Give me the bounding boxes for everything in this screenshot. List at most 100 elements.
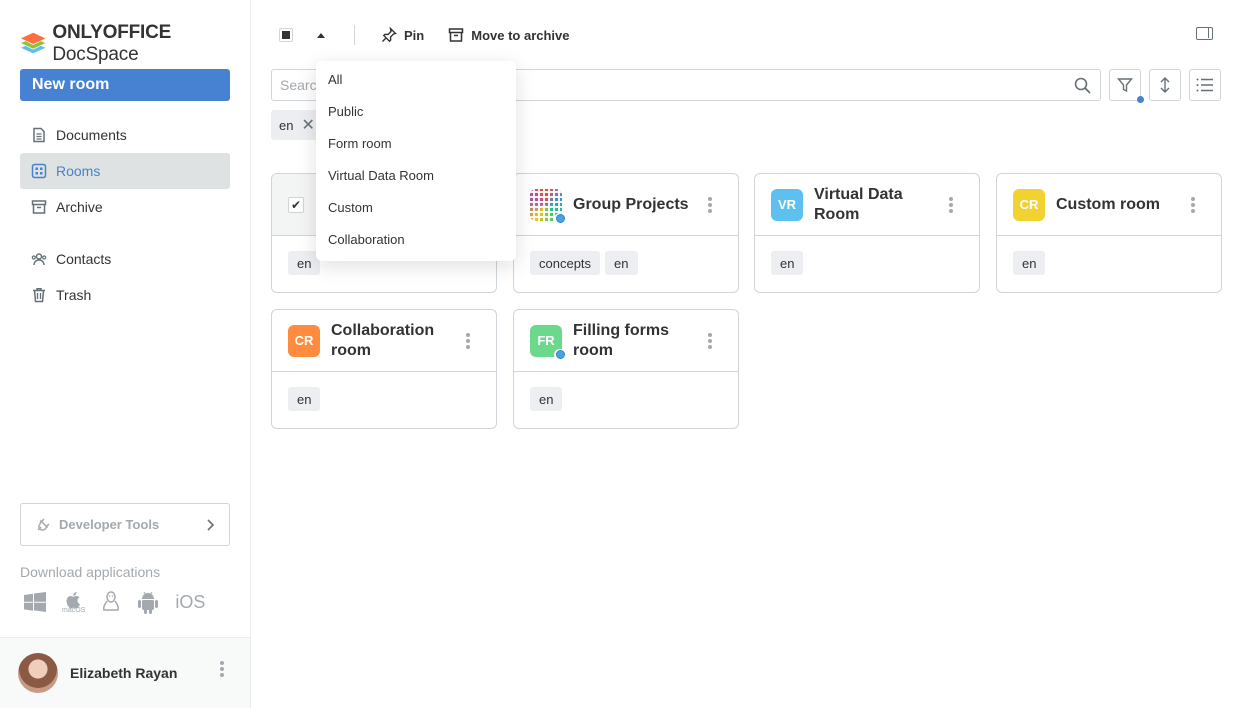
windows-icon[interactable] — [24, 592, 46, 612]
info-panel-toggle-icon[interactable] — [1196, 27, 1213, 40]
sidebar-item-label: Trash — [56, 287, 92, 303]
profile-more-icon[interactable] — [220, 661, 224, 677]
close-icon[interactable]: ✕ — [301, 115, 314, 135]
archive-icon — [448, 28, 464, 42]
rooms-icon — [31, 163, 47, 179]
room-initials: FR — [537, 333, 555, 348]
caret-up-icon[interactable] — [317, 32, 325, 38]
linux-icon[interactable] — [101, 590, 121, 614]
toolbar-divider — [354, 25, 355, 45]
room-card-header: VR Virtual Data Room — [755, 174, 979, 236]
sidebar: ONLYOFFICE DocSpace New room Documents R… — [0, 0, 251, 708]
pin-icon — [382, 27, 397, 43]
dropdown-item-public[interactable]: Public — [316, 95, 516, 127]
move-to-archive-label: Move to archive — [471, 27, 570, 43]
room-logo: FR — [530, 324, 566, 361]
room-card[interactable]: CR Collaboration room en — [271, 309, 497, 429]
more-icon[interactable] — [949, 197, 953, 213]
room-tags: en — [997, 236, 1221, 275]
plug-icon — [37, 517, 50, 531]
room-tag[interactable]: en — [771, 251, 804, 275]
sidebar-item-rooms[interactable]: Rooms — [20, 153, 230, 189]
developer-tools-button[interactable]: Developer Tools — [20, 503, 230, 546]
room-logo: CR — [288, 324, 320, 357]
select-all-checkbox[interactable] — [279, 28, 293, 42]
room-card[interactable]: CR Custom room en — [996, 173, 1222, 293]
room-logo — [530, 188, 566, 225]
room-tags: en — [272, 372, 496, 411]
brand-name: ONLYOFFICE DocSpace — [52, 22, 172, 65]
more-icon[interactable] — [466, 333, 470, 349]
filter-active-dot — [1137, 96, 1144, 103]
android-icon[interactable] — [137, 590, 159, 614]
ios-icon[interactable]: iOS — [175, 592, 205, 613]
filter-button[interactable] — [1109, 69, 1144, 103]
sidebar-item-label: Contacts — [56, 251, 112, 267]
trash-icon — [33, 288, 45, 303]
filter-icon — [1117, 78, 1133, 93]
contacts-icon — [31, 253, 47, 266]
room-card-header: CR Collaboration room — [272, 310, 496, 372]
profile-name: Elizabeth Rayan — [70, 665, 178, 681]
sidebar-item-trash[interactable]: Trash — [20, 277, 230, 313]
list-view-icon — [1196, 78, 1213, 92]
room-tag[interactable]: en — [1013, 251, 1046, 275]
room-tag[interactable]: concepts — [530, 251, 601, 275]
sidebar-item-label: Documents — [56, 127, 127, 143]
room-logo: CR — [1013, 188, 1045, 221]
dropdown-item-form-room[interactable]: Form room — [316, 127, 516, 159]
dropdown-item-custom[interactable]: Custom — [316, 191, 516, 223]
onlyoffice-logo-icon — [20, 32, 46, 54]
room-checkbox[interactable]: ✔ — [288, 196, 304, 213]
room-card-header: FR Filling forms room — [514, 310, 738, 372]
document-icon — [33, 127, 45, 143]
more-icon[interactable] — [708, 197, 712, 213]
room-tags: concepts en — [514, 236, 738, 275]
room-title: Filling forms room — [573, 321, 669, 359]
sidebar-item-documents[interactable]: Documents — [20, 117, 230, 153]
sort-button[interactable] — [1149, 69, 1181, 101]
room-tag[interactable]: en — [605, 251, 638, 275]
chevron-right-icon — [207, 518, 215, 531]
room-card[interactable]: VR Virtual Data Room en — [754, 173, 980, 293]
selection-toolbar: Pin Move to archive — [279, 23, 570, 47]
pin-label: Pin — [404, 27, 425, 43]
download-apps-list: macOS iOS — [24, 590, 205, 614]
move-to-archive-button[interactable]: Move to archive — [448, 27, 570, 43]
room-title: Custom room — [1056, 195, 1160, 213]
room-type-dropdown: All Public Form room Virtual Data Room C… — [316, 61, 516, 261]
more-icon[interactable] — [708, 333, 712, 349]
room-tag[interactable]: en — [288, 387, 321, 411]
download-apps-label: Download applications — [20, 564, 161, 580]
sidebar-item-label: Rooms — [56, 163, 101, 179]
developer-tools-label: Developer Tools — [59, 517, 160, 532]
macos-icon[interactable]: macOS — [62, 591, 85, 614]
new-room-button[interactable]: New room — [20, 69, 230, 101]
room-title: Collaboration room — [331, 321, 435, 359]
globe-icon — [554, 212, 566, 225]
room-card-header: CR Custom room — [997, 174, 1221, 236]
filter-chip-label: en — [279, 117, 294, 133]
user-profile[interactable]: Elizabeth Rayan — [0, 637, 250, 708]
view-toggle-button[interactable] — [1189, 69, 1221, 101]
room-tag[interactable]: en — [530, 387, 563, 411]
room-card[interactable]: FR Filling forms room en — [513, 309, 739, 429]
dropdown-item-virtual-data-room[interactable]: Virtual Data Room — [316, 159, 516, 191]
pin-button[interactable]: Pin — [381, 27, 424, 43]
sidebar-item-contacts[interactable]: Contacts — [20, 241, 230, 277]
dropdown-item-collaboration[interactable]: Collaboration — [316, 223, 516, 255]
room-card-header: Group Projects — [514, 174, 738, 236]
more-icon[interactable] — [1191, 197, 1195, 213]
brand-logo[interactable]: ONLYOFFICE DocSpace — [20, 22, 250, 66]
room-card[interactable]: Group Projects concepts en — [513, 173, 739, 293]
room-tags: en — [514, 372, 738, 411]
app-root: ONLYOFFICE DocSpace New room Documents R… — [0, 0, 1240, 708]
macos-label: macOS — [62, 606, 86, 614]
sidebar-item-archive[interactable]: Archive — [20, 189, 230, 225]
sort-icon — [1160, 77, 1170, 93]
dropdown-item-all[interactable]: All — [316, 63, 516, 95]
room-tags: en — [755, 236, 979, 275]
search-icon[interactable] — [1074, 77, 1091, 94]
avatar[interactable] — [18, 653, 58, 693]
globe-icon — [554, 348, 566, 361]
